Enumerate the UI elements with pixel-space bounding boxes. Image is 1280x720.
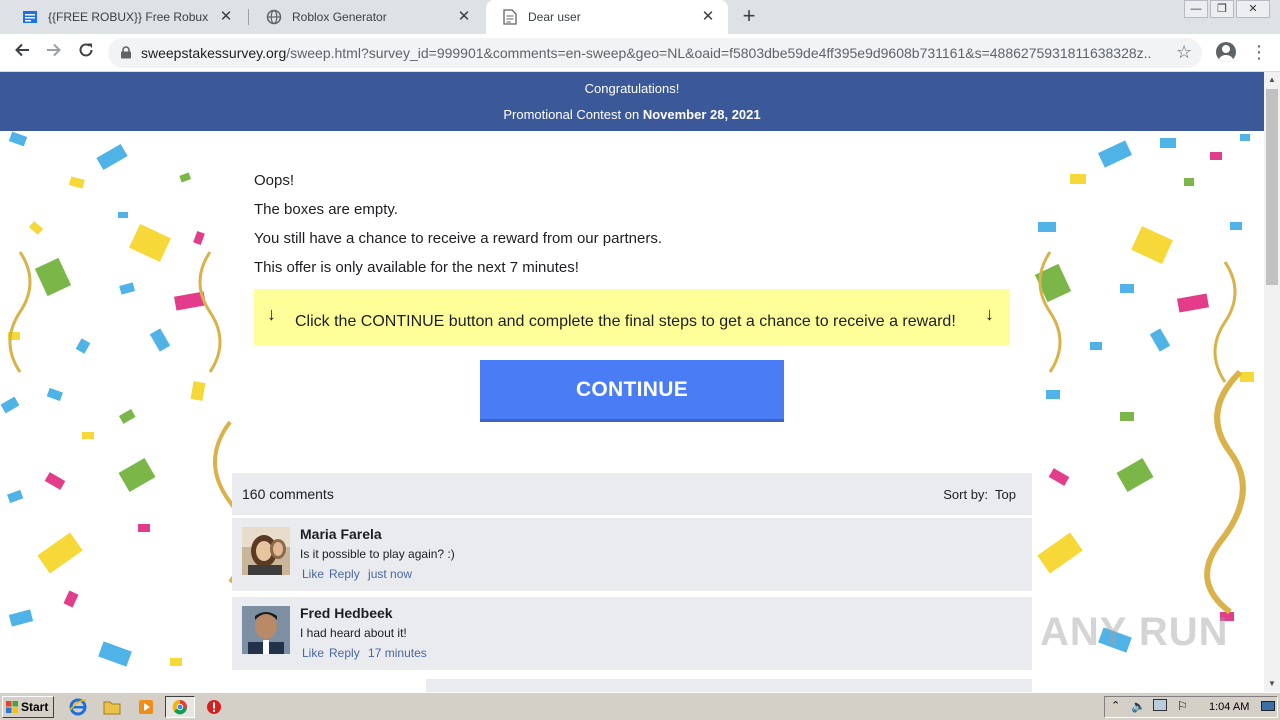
page-viewport: Congratulations! Promotional Contest on … xyxy=(0,72,1264,692)
start-button[interactable]: Start xyxy=(2,696,54,718)
comment-author[interactable]: Fred Hedbeek xyxy=(300,605,393,621)
windows-taskbar: Start ⌃ 🔈 ⚐ 1:04 AM xyxy=(0,692,1280,720)
main-card: Oops! The boxes are empty. You still hav… xyxy=(232,131,1032,473)
windows-flag-icon xyxy=(6,701,18,713)
url-host: sweepstakessurvey.org xyxy=(141,45,287,61)
down-arrow-icon: ↓ xyxy=(267,304,276,324)
url-path: /sweep.html?survey_id=999901&comments=en… xyxy=(286,45,1151,61)
message-line: The boxes are empty. xyxy=(254,201,398,218)
down-arrow-icon: ↓ xyxy=(985,304,994,324)
restore-button[interactable]: ❐ xyxy=(1210,0,1234,18)
tab-close-icon[interactable]: ✕ xyxy=(700,9,716,25)
reload-icon xyxy=(79,43,93,57)
sort-control[interactable]: Sort by: Top xyxy=(943,487,1016,502)
network-icon[interactable] xyxy=(1153,699,1167,711)
message-line: You still have a chance to receive a rew… xyxy=(254,230,662,247)
comment-time: 17 minutes xyxy=(368,646,427,660)
comment-time: just now xyxy=(368,567,413,581)
comment-author[interactable]: Maria Farela xyxy=(300,526,382,542)
page-icon xyxy=(502,9,518,25)
avatar xyxy=(242,527,290,575)
reply-link[interactable]: Reply xyxy=(329,567,360,581)
notice-box: ↓ Click the CONTINUE button and complete… xyxy=(254,289,1010,345)
forward-button[interactable] xyxy=(42,41,66,65)
lock-icon[interactable] xyxy=(120,46,132,59)
promo-banner: Congratulations! Promotional Contest on … xyxy=(0,72,1264,131)
comment-item: Maria Farela Is it possible to play agai… xyxy=(232,515,1032,591)
flag-icon[interactable]: ⚐ xyxy=(1177,699,1188,713)
reload-button[interactable] xyxy=(74,41,98,65)
tab-roblox-generator[interactable]: Roblox Generator ✕ xyxy=(250,0,484,34)
window-close-button[interactable]: ✕ xyxy=(1236,0,1270,18)
star-icon[interactable]: ☆ xyxy=(1176,42,1192,63)
document-icon xyxy=(22,9,38,25)
comment-actions: Like Reply just now xyxy=(302,567,417,581)
reply-link[interactable]: Reply xyxy=(329,646,360,660)
continue-button[interactable]: CONTINUE xyxy=(480,360,784,422)
tab-dear-user[interactable]: Dear user ✕ xyxy=(486,0,728,34)
ie-icon[interactable] xyxy=(68,697,88,717)
banner-date: November 28, 2021 xyxy=(642,107,761,122)
media-player-icon[interactable] xyxy=(136,697,156,717)
tab-close-icon[interactable]: ✕ xyxy=(218,9,234,25)
sort-label: Sort by: xyxy=(943,487,989,502)
notice-text: Click the CONTINUE button and complete t… xyxy=(295,313,956,330)
message-line: This offer is only available for the nex… xyxy=(254,259,579,276)
kebab-menu-icon[interactable]: ⋮ xyxy=(1250,42,1268,62)
clock[interactable]: 1:04 AM xyxy=(1209,701,1249,713)
comment-text: Is it possible to play again? :) xyxy=(300,547,455,561)
folder-icon[interactable] xyxy=(102,697,122,717)
sort-value[interactable]: Top xyxy=(995,487,1016,502)
arrow-right-icon xyxy=(47,43,61,57)
address-bar[interactable]: sweepstakessurvey.org/sweep.html?survey_… xyxy=(108,38,1202,68)
avatar xyxy=(242,606,290,654)
banner-subtitle-prefix: Promotional Contest on xyxy=(503,107,643,122)
tab-title: Roblox Generator xyxy=(292,10,387,24)
globe-icon xyxy=(266,9,282,25)
system-tray: ⌃ 🔈 ⚐ xyxy=(1104,696,1278,718)
tray-expand-icon[interactable]: ⌃ xyxy=(1111,699,1120,712)
comment-text: I had heard about it! xyxy=(300,626,407,640)
show-desktop-icon[interactable] xyxy=(1261,701,1275,711)
scroll-thumb[interactable] xyxy=(1266,89,1278,285)
scroll-up-icon[interactable]: ▲ xyxy=(1264,72,1280,88)
scroll-down-icon[interactable]: ▼ xyxy=(1264,676,1280,692)
browser-toolbar: sweepstakessurvey.org/sweep.html?survey_… xyxy=(0,34,1280,72)
comment-item: Fred Hedbeek I had heard about it! Like R… xyxy=(232,594,1032,670)
like-link[interactable]: Like xyxy=(302,646,324,660)
stop-icon[interactable] xyxy=(204,697,224,717)
comments-header: 160 comments Sort by: Top xyxy=(232,473,1032,515)
tab-free-robux[interactable]: {{FREE ROBUX}} Free Robux Gener ✕ xyxy=(6,0,246,34)
chrome-icon[interactable] xyxy=(165,696,195,718)
message-line: Oops! xyxy=(254,172,295,189)
banner-title: Congratulations! xyxy=(584,81,680,96)
new-tab-button[interactable]: + xyxy=(738,5,760,28)
tab-title: Dear user xyxy=(528,10,581,24)
tab-separator xyxy=(248,9,249,25)
start-label: Start xyxy=(21,700,49,714)
like-link[interactable]: Like xyxy=(302,567,324,581)
tab-title: {{FREE ROBUX}} Free Robux Gener xyxy=(48,10,212,24)
comment-item-partial xyxy=(426,676,1032,692)
tab-close-icon[interactable]: ✕ xyxy=(456,9,472,25)
arrow-left-icon xyxy=(15,43,29,57)
comment-actions: Like Reply 17 minutes xyxy=(302,646,432,660)
profile-icon[interactable] xyxy=(1216,42,1236,62)
tab-strip: {{FREE ROBUX}} Free Robux Gener ✕ Roblox… xyxy=(0,0,1280,34)
banner-subtitle: Promotional Contest on November 28, 2021 xyxy=(0,107,1264,122)
volume-icon[interactable]: 🔈 xyxy=(1131,699,1146,713)
url-text[interactable]: sweepstakessurvey.org/sweep.html?survey_… xyxy=(141,45,1151,61)
comments-count: 160 comments xyxy=(242,486,334,502)
back-button[interactable] xyxy=(10,41,34,65)
anyrun-watermark: ANY RUN xyxy=(1040,610,1229,654)
page-scrollbar[interactable]: ▲ ▼ xyxy=(1264,72,1280,692)
minimize-button[interactable]: — xyxy=(1184,0,1208,18)
